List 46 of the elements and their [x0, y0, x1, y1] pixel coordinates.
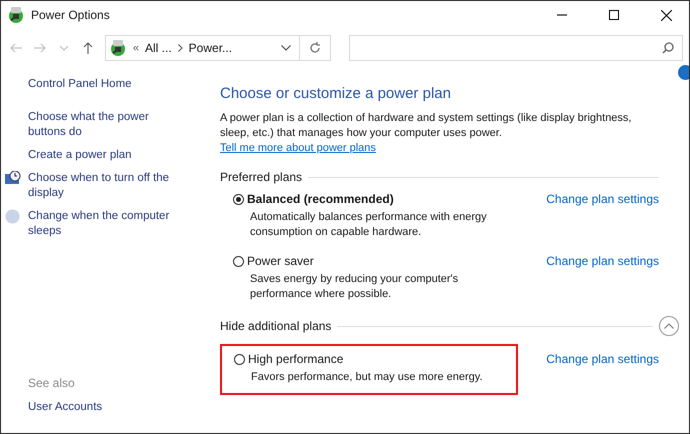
- change-plan-settings-link[interactable]: Change plan settings: [546, 192, 659, 206]
- search-field[interactable]: [348, 35, 683, 61]
- breadcrumb[interactable]: All ...: [145, 41, 172, 55]
- group-heading: Hide additional plans: [220, 319, 332, 333]
- sidebar-link[interactable]: User Accounts: [28, 400, 102, 415]
- caret-icon: [60, 46, 68, 50]
- sidebar-link[interactable]: Change when the computer sleeps: [28, 209, 183, 239]
- radio-button[interactable]: [234, 354, 245, 364]
- maximize-icon: [609, 10, 619, 20]
- forward-arrow-icon: [34, 43, 46, 53]
- sidebar-link[interactable]: Control Panel Home: [28, 77, 132, 92]
- sidebar-link[interactable]: Choose when to turn off the display: [28, 171, 183, 201]
- caret-icon: [664, 323, 674, 329]
- plan-description: Saves energy by reducing your computer's performance where possible.: [250, 272, 460, 302]
- change-plan-settings-link[interactable]: Change plan settings: [546, 254, 659, 268]
- close-icon: [660, 10, 672, 20]
- dropdown-icon[interactable]: [280, 45, 291, 51]
- help-link[interactable]: Tell me more about power plans: [220, 142, 376, 154]
- intro-text: A power plan is a collection of hardware and system settings (like display brightness, sleep, etc.) that manages how your computer uses power. Tell me more about power plans: [220, 111, 632, 156]
- overflow-chevron[interactable]: «: [132, 42, 139, 54]
- power-options-icon: [7, 6, 25, 24]
- plan-description: Automatically balances performance with energy consumption on capable hardware.: [250, 210, 488, 240]
- help-icon[interactable]: [678, 65, 689, 80]
- radio-button[interactable]: [233, 256, 244, 266]
- collapse-button[interactable]: [659, 316, 679, 336]
- group-heading: Preferred plans: [220, 170, 302, 184]
- search-icon: [662, 42, 674, 54]
- sidebar-link[interactable]: Choose what the power buttons do: [28, 110, 183, 140]
- refresh-icon: [308, 42, 321, 54]
- window-title: Power Options: [31, 8, 111, 22]
- back-arrow-icon: [10, 43, 22, 53]
- sidebar-link[interactable]: Create a power plan: [28, 148, 132, 163]
- page-heading: Choose or customize a power plan: [220, 85, 452, 102]
- address-bar[interactable]: « All ... Power...: [104, 35, 331, 61]
- breadcrumb-separator-icon: [178, 44, 183, 52]
- monitor-clock-icon: [5, 171, 21, 186]
- plan-name: Power saver: [247, 254, 314, 268]
- change-plan-settings-link[interactable]: Change plan settings: [546, 352, 659, 366]
- up-arrow-icon: [82, 42, 93, 54]
- plan-name: High performance: [248, 352, 344, 366]
- radio-button[interactable]: [233, 194, 244, 204]
- plan-description: Favors performance, but may use more energy.: [251, 370, 484, 385]
- see-also-heading: See also: [28, 376, 76, 390]
- breadcrumb[interactable]: Power...: [188, 41, 232, 55]
- plan-name: Balanced (recommended): [247, 192, 394, 206]
- power-options-icon: [108, 39, 127, 57]
